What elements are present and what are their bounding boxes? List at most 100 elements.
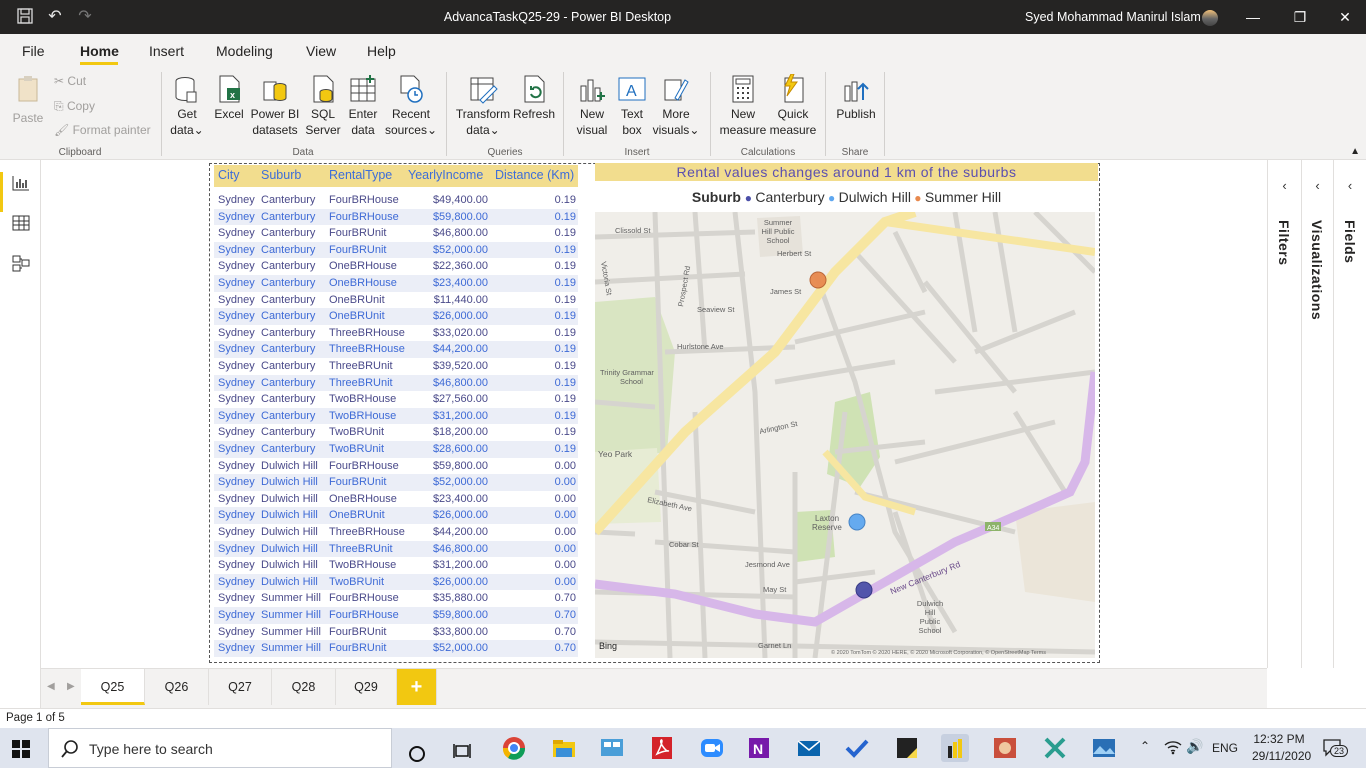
quick-measure-button[interactable]: Quick measure bbox=[768, 74, 818, 138]
todo-icon[interactable] bbox=[843, 734, 871, 762]
map-visual[interactable]: Summer Hill Public School Trinity Gramma… bbox=[595, 212, 1095, 658]
fields-pane[interactable]: ‹ Fields bbox=[1333, 160, 1366, 668]
minimize-button[interactable]: — bbox=[1238, 6, 1268, 28]
column-header-suburb[interactable]: Suburb bbox=[261, 168, 301, 182]
volume-icon[interactable]: 🔊 bbox=[1186, 738, 1203, 755]
column-header-distance[interactable]: Distance (Km) bbox=[495, 168, 574, 182]
chrome-icon[interactable] bbox=[500, 734, 528, 762]
transform-data-button[interactable]: Transform data⌄ bbox=[455, 74, 511, 138]
tools-icon[interactable] bbox=[1041, 734, 1069, 762]
legend-item[interactable]: Dulwich Hill bbox=[839, 189, 911, 205]
page-tab-q27[interactable]: Q27 bbox=[209, 669, 272, 705]
table-row[interactable]: Sydney Dulwich Hill ThreeBRUnit $46,800.00 0… bbox=[214, 540, 578, 558]
cut-button[interactable]: ✂ Cut bbox=[54, 74, 86, 88]
table-row[interactable]: Sydney Canterbury ThreeBRUnit $39,520.00 0.1… bbox=[214, 358, 578, 375]
acrobat-icon[interactable] bbox=[648, 734, 676, 762]
table-row[interactable]: Sydney Canterbury OneBRHouse $22,360.00 0.19 bbox=[214, 258, 578, 275]
photos-icon[interactable] bbox=[1090, 734, 1118, 762]
legend-item[interactable]: Canterbury bbox=[755, 189, 824, 205]
prev-page-icon[interactable]: ◀ bbox=[47, 681, 55, 692]
close-button[interactable]: ✕ bbox=[1330, 6, 1360, 28]
menu-file[interactable]: File bbox=[22, 43, 45, 59]
notification-center[interactable]: 23 bbox=[1322, 737, 1349, 762]
table-row[interactable]: Sydney Canterbury FourBRUnit $52,000.00 0.19 bbox=[214, 241, 578, 259]
table-row[interactable]: Sydney Canterbury OneBRUnit $26,000.00 0.19 bbox=[214, 308, 578, 325]
onenote-icon[interactable]: N bbox=[745, 734, 773, 762]
bubble-dulwich-hill[interactable] bbox=[848, 513, 866, 531]
table-visual[interactable]: City Suburb RentalType YearlyIncome Dist… bbox=[213, 165, 590, 660]
menu-home[interactable]: Home bbox=[80, 43, 119, 59]
table-row[interactable]: Sydney Canterbury FourBRUnit $46,800.00 0.19 bbox=[214, 225, 578, 242]
table-row[interactable]: Sydney Dulwich Hill FourBRUnit $52,000.00 0.… bbox=[214, 474, 578, 491]
table-row[interactable]: Sydney Canterbury ThreeBRHouse $44,200.00 0.… bbox=[214, 341, 578, 358]
table-row[interactable]: Sydney Canterbury OneBRUnit $11,440.00 0.19 bbox=[214, 292, 578, 309]
table-row[interactable]: Sydney Dulwich Hill TwoBRHouse $31,200.00 0.… bbox=[214, 557, 578, 574]
next-page-icon[interactable]: ▶ bbox=[67, 681, 75, 692]
table-row[interactable]: Sydney Dulwich Hill TwoBRUnit $26,000.00 0.0… bbox=[214, 573, 578, 591]
fields-label[interactable]: Fields bbox=[1342, 220, 1358, 263]
control-panel-icon[interactable] bbox=[598, 734, 626, 762]
visualizations-label[interactable]: Visualizations bbox=[1309, 220, 1325, 320]
table-row[interactable]: Sydney Canterbury TwoBRUnit $28,600.00 0.19 bbox=[214, 441, 578, 458]
table-row[interactable]: Sydney Canterbury TwoBRUnit $18,200.00 0.19 bbox=[214, 424, 578, 441]
maximize-button[interactable]: ❐ bbox=[1285, 6, 1315, 28]
chevron-left-icon[interactable]: ‹ bbox=[1302, 178, 1333, 193]
bubble-summer-hill[interactable] bbox=[809, 271, 827, 289]
table-row[interactable]: Sydney Dulwich Hill ThreeBRHouse $44,200.00… bbox=[214, 524, 578, 541]
copy-button[interactable]: ⎘ Copy bbox=[54, 99, 95, 114]
avatar[interactable] bbox=[1202, 10, 1218, 26]
table-row[interactable]: Sydney Dulwich Hill OneBRUnit $26,000.00 0.0… bbox=[214, 507, 578, 524]
chevron-left-icon[interactable]: ‹ bbox=[1268, 178, 1301, 193]
data-view-icon[interactable] bbox=[11, 214, 31, 232]
menu-modeling[interactable]: Modeling bbox=[216, 43, 273, 59]
table-row[interactable]: Sydney Canterbury ThreeBRUnit $46,800.00 0.1… bbox=[214, 374, 578, 392]
add-page-button[interactable]: + bbox=[397, 669, 437, 705]
page-tab-q25[interactable]: Q25 bbox=[81, 669, 145, 705]
visualizations-pane[interactable]: ‹ Visualizations bbox=[1301, 160, 1333, 668]
model-view-icon[interactable] bbox=[11, 254, 31, 272]
refresh-button[interactable]: Refresh bbox=[513, 74, 555, 122]
excel-button[interactable]: x Excel bbox=[213, 74, 245, 122]
clock[interactable]: 12:32 PM 29/11/2020 bbox=[1252, 732, 1311, 763]
table-row[interactable]: Sydney Canterbury TwoBRHouse $27,560.00 0.19 bbox=[214, 391, 578, 408]
powerbi-datasets-button[interactable]: Power BI datasets bbox=[250, 74, 300, 138]
app-icon[interactable] bbox=[991, 734, 1019, 762]
column-header-yearlyincome[interactable]: YearlyIncome bbox=[408, 168, 483, 182]
sticky-notes-icon[interactable] bbox=[893, 734, 921, 762]
table-row[interactable]: Sydney Summer Hill FourBRHouse $59,800.00 0.… bbox=[214, 607, 578, 624]
column-header-rentaltype[interactable]: RentalType bbox=[329, 168, 392, 182]
enter-data-button[interactable]: Enter data bbox=[346, 74, 380, 138]
recent-sources-button[interactable]: Recent sources⌄ bbox=[384, 74, 438, 138]
new-visual-button[interactable]: New visual bbox=[574, 74, 610, 138]
table-row[interactable]: Sydney Dulwich Hill FourBRHouse $59,800.00 0… bbox=[214, 458, 578, 475]
publish-button[interactable]: Publish bbox=[834, 74, 878, 122]
filters-pane[interactable]: ‹ Filters bbox=[1267, 160, 1301, 668]
menu-view[interactable]: View bbox=[306, 43, 336, 59]
windows-start-icon[interactable] bbox=[12, 740, 30, 758]
user-name[interactable]: Syed Mohammad Manirul Islam bbox=[1025, 10, 1201, 24]
table-row[interactable]: Sydney Canterbury TwoBRHouse $31,200.00 0.19 bbox=[214, 407, 578, 425]
page-tab-q29[interactable]: Q29 bbox=[336, 669, 397, 705]
get-data-button[interactable]: Get data⌄ bbox=[167, 74, 207, 138]
collapse-ribbon-icon[interactable]: ▲ bbox=[1350, 146, 1360, 157]
map-canvas[interactable]: Summer Hill Public School Trinity Gramma… bbox=[595, 212, 1095, 658]
zoom-icon[interactable] bbox=[698, 734, 726, 762]
table-row[interactable]: Sydney Canterbury OneBRHouse $23,400.00 0.19 bbox=[214, 275, 578, 292]
text-box-button[interactable]: A Text box bbox=[614, 74, 650, 138]
filters-label[interactable]: Filters bbox=[1276, 220, 1292, 266]
show-hidden-icons[interactable]: ⌃ bbox=[1140, 739, 1150, 753]
bubble-canterbury[interactable] bbox=[855, 581, 873, 599]
page-tab-q28[interactable]: Q28 bbox=[272, 669, 336, 705]
new-measure-button[interactable]: New measure bbox=[718, 74, 768, 138]
sql-server-button[interactable]: SQL Server bbox=[304, 74, 342, 138]
more-visuals-button[interactable]: More visuals⌄ bbox=[652, 74, 700, 138]
powerbi-taskbar-icon[interactable] bbox=[941, 734, 969, 762]
taskbar-search[interactable]: Type here to search bbox=[48, 728, 392, 768]
file-explorer-icon[interactable] bbox=[550, 734, 578, 762]
paste-button[interactable]: Paste bbox=[10, 74, 46, 125]
table-row[interactable]: Sydney Canterbury ThreeBRHouse $33,020.00 0.… bbox=[214, 325, 578, 342]
task-view-icon[interactable] bbox=[450, 734, 478, 762]
table-row[interactable]: Sydney Summer Hill FourBRHouse $35,880.00 0.… bbox=[214, 590, 578, 607]
table-row[interactable]: Sydney Dulwich Hill OneBRHouse $23,400.00 0.… bbox=[214, 491, 578, 508]
map-copyright[interactable]: © 2020 TomTom © 2020 HERE, © 2020 Micros… bbox=[831, 649, 1046, 656]
